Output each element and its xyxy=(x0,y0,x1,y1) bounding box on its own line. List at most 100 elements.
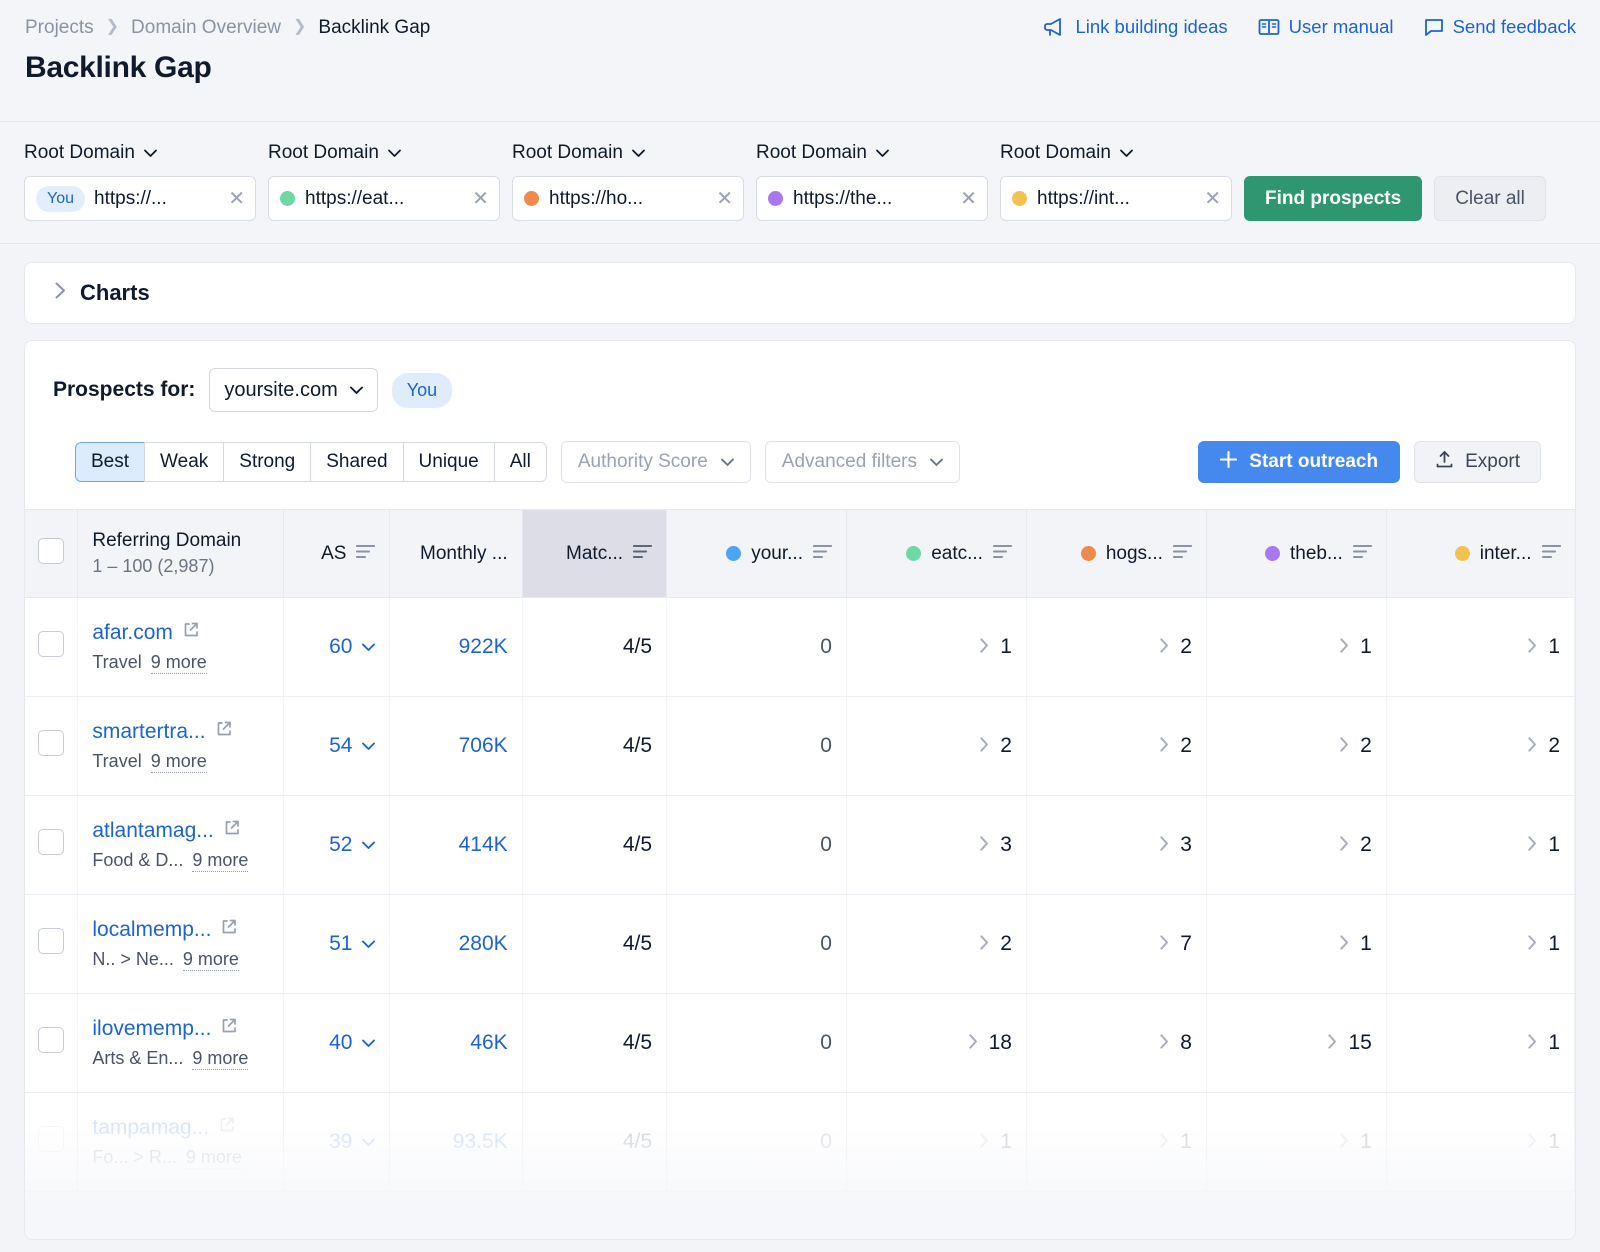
cell-competitor-count[interactable]: 1 xyxy=(1386,993,1575,1093)
close-icon[interactable]: ✕ xyxy=(1200,189,1221,209)
advanced-filters-dropdown[interactable]: Advanced filters xyxy=(764,441,960,483)
chevron-right-icon[interactable] xyxy=(1528,932,1537,956)
chevron-right-icon[interactable] xyxy=(968,1031,978,1055)
breadcrumb-item-projects[interactable]: Projects xyxy=(25,17,94,39)
external-link-icon[interactable] xyxy=(223,819,241,843)
row-checkbox[interactable] xyxy=(38,829,65,855)
chevron-right-icon[interactable] xyxy=(980,833,989,857)
prospects-site-select[interactable]: yoursite.com xyxy=(209,368,378,412)
chevron-right-icon[interactable] xyxy=(1340,635,1349,659)
referring-domain-link[interactable]: afar.com xyxy=(92,621,173,645)
referring-domain-link[interactable]: tampamag... xyxy=(92,1116,209,1140)
start-outreach-button[interactable]: Start outreach xyxy=(1198,441,1401,483)
external-link-icon[interactable] xyxy=(220,1017,238,1041)
export-button[interactable]: Export xyxy=(1414,441,1541,483)
root-domain-selector-3[interactable]: Root Domain xyxy=(512,142,756,164)
external-link-icon[interactable] xyxy=(215,720,233,744)
chevron-right-icon[interactable] xyxy=(1340,1130,1349,1154)
find-prospects-button[interactable]: Find prospects xyxy=(1244,176,1423,221)
referring-domain-link[interactable]: smartertra... xyxy=(92,720,205,744)
segment-unique[interactable]: Unique xyxy=(402,442,494,482)
cell-competitor-count[interactable]: 2 xyxy=(846,894,1027,994)
root-domain-selector-1[interactable]: Root Domain xyxy=(24,142,268,164)
referring-domain-link[interactable]: localmemp... xyxy=(92,918,211,942)
cell-monthly-visits[interactable]: 280K xyxy=(389,894,523,994)
referring-domain-link[interactable]: ilovememp... xyxy=(92,1017,211,1041)
cell-competitor-count[interactable]: 1 xyxy=(1386,1092,1575,1192)
close-icon[interactable]: ✕ xyxy=(712,189,733,209)
cell-authority-score[interactable]: 40 xyxy=(283,993,391,1093)
cell-competitor-count[interactable]: 1 xyxy=(1206,894,1387,994)
cell-authority-score[interactable]: 54 xyxy=(283,696,391,796)
row-checkbox[interactable] xyxy=(38,631,65,657)
row-checkbox[interactable] xyxy=(38,730,65,756)
cell-monthly-visits[interactable]: 46K xyxy=(389,993,523,1093)
cell-competitor-count[interactable]: 1 xyxy=(1026,1092,1207,1192)
cell-competitor-count[interactable]: 2 xyxy=(1026,597,1207,697)
more-categories-link[interactable]: 9 more xyxy=(192,850,249,872)
charts-section-toggle[interactable]: Charts xyxy=(24,262,1576,324)
domain-input-3[interactable]: https://ho... ✕ xyxy=(512,176,744,221)
more-categories-link[interactable]: 9 more xyxy=(182,949,239,971)
column-header-inter[interactable]: inter... xyxy=(1386,509,1575,598)
segment-shared[interactable]: Shared xyxy=(310,442,403,482)
sort-icon[interactable] xyxy=(632,543,653,565)
segment-weak[interactable]: Weak xyxy=(144,442,224,482)
close-icon[interactable]: ✕ xyxy=(468,189,489,209)
table-row[interactable]: ilovememp... Arts & En... 9 more 40 46K 4/5 0… xyxy=(25,993,1575,1093)
segment-all[interactable]: All xyxy=(493,442,547,482)
chevron-right-icon[interactable] xyxy=(980,635,989,659)
cell-monthly-visits[interactable]: 922K xyxy=(389,597,523,697)
column-header-as[interactable]: AS xyxy=(283,509,391,598)
sort-icon[interactable] xyxy=(812,543,833,565)
cell-competitor-count[interactable]: 15 xyxy=(1206,993,1387,1093)
chevron-right-icon[interactable] xyxy=(980,734,989,758)
cell-competitor-count[interactable]: 2 xyxy=(1026,696,1207,796)
chevron-right-icon[interactable] xyxy=(1528,1130,1537,1154)
cell-competitor-count[interactable]: 1 xyxy=(1206,1092,1387,1192)
column-header-hogs[interactable]: hogs... xyxy=(1026,509,1207,598)
sort-icon[interactable] xyxy=(1172,543,1192,565)
cell-competitor-count[interactable]: 1 xyxy=(1386,894,1575,994)
chevron-right-icon[interactable] xyxy=(1328,1031,1337,1055)
sort-icon[interactable] xyxy=(1352,543,1372,565)
chevron-right-icon[interactable] xyxy=(980,932,989,956)
chevron-right-icon[interactable] xyxy=(980,1130,989,1154)
domain-input-4[interactable]: https://the... ✕ xyxy=(756,176,988,221)
chevron-right-icon[interactable] xyxy=(1160,932,1169,956)
breadcrumb-item-domain-overview[interactable]: Domain Overview xyxy=(131,17,281,39)
chevron-right-icon[interactable] xyxy=(1528,635,1537,659)
cell-competitor-count[interactable]: 2 xyxy=(846,696,1027,796)
more-categories-link[interactable]: 9 more xyxy=(150,751,207,773)
more-categories-link[interactable]: 9 more xyxy=(192,1048,249,1070)
domain-input-5[interactable]: https://int... ✕ xyxy=(1000,176,1232,221)
cell-competitor-count[interactable]: 3 xyxy=(1026,795,1207,895)
table-row[interactable]: afar.com Travel 9 more 60 922K 4/5 0 1 2 1 1 xyxy=(25,597,1575,697)
send-feedback-link[interactable]: Send feedback xyxy=(1424,16,1576,38)
segment-best[interactable]: Best xyxy=(75,442,145,482)
cell-competitor-count[interactable]: 3 xyxy=(846,795,1027,895)
cell-competitor-count[interactable]: 1 xyxy=(1206,597,1387,697)
root-domain-selector-4[interactable]: Root Domain xyxy=(756,142,1000,164)
cell-competitor-count[interactable]: 18 xyxy=(846,993,1027,1093)
external-link-icon[interactable] xyxy=(220,918,238,942)
chevron-right-icon[interactable] xyxy=(1160,1031,1169,1055)
cell-monthly-visits[interactable]: 706K xyxy=(389,696,523,796)
cell-competitor-count[interactable]: 2 xyxy=(1206,696,1387,796)
authority-score-filter[interactable]: Authority Score xyxy=(560,441,751,483)
clear-all-button[interactable]: Clear all xyxy=(1434,176,1546,221)
row-checkbox[interactable] xyxy=(38,928,65,954)
row-checkbox[interactable] xyxy=(38,1126,65,1152)
root-domain-selector-5[interactable]: Root Domain xyxy=(1000,142,1244,164)
column-header-yoursite[interactable]: your... xyxy=(666,509,847,598)
chevron-right-icon[interactable] xyxy=(1160,635,1169,659)
cell-competitor-count[interactable]: 8 xyxy=(1026,993,1207,1093)
chevron-right-icon[interactable] xyxy=(1160,833,1169,857)
cell-authority-score[interactable]: 39 xyxy=(283,1092,391,1192)
chevron-right-icon[interactable] xyxy=(1160,1130,1169,1154)
external-link-icon[interactable] xyxy=(218,1116,236,1140)
chevron-right-icon[interactable] xyxy=(1528,1031,1537,1055)
more-categories-link[interactable]: 9 more xyxy=(185,1147,242,1169)
cell-authority-score[interactable]: 52 xyxy=(283,795,391,895)
sort-icon[interactable] xyxy=(992,543,1012,565)
